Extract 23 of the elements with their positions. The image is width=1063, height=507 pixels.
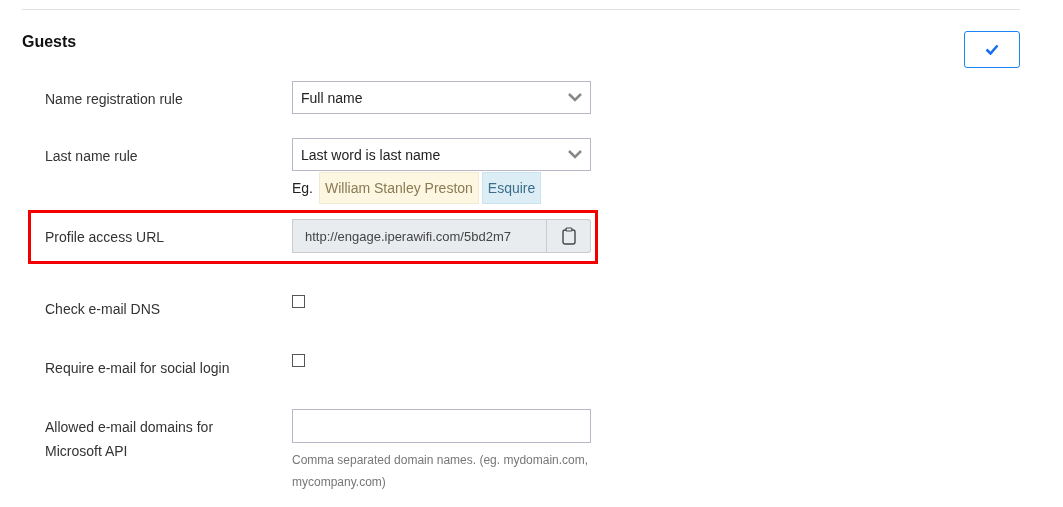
first-name-example: William Stanley Preston [319, 172, 479, 204]
url-field[interactable]: http://engage.iperawifi.com/5bd2m7 [292, 219, 547, 253]
checkmark-icon [985, 44, 999, 55]
help-text: Comma separated domain names. (eg. mydomain.com, mycompany.com) [292, 452, 590, 491]
field-label: Profile access URL [45, 228, 166, 247]
field-label: Name registration rule [45, 90, 184, 109]
save-button[interactable] [964, 31, 1020, 68]
field-label: Require e-mail for social login [45, 359, 231, 378]
field-label: Last name rule [45, 147, 139, 166]
last-name-example: Esquire [481, 172, 542, 204]
copy-button[interactable] [547, 219, 591, 253]
field-label: Allowed e-mail domains for Microsoft API [45, 418, 215, 461]
clipboard-icon [561, 227, 576, 245]
section-title: Guests [22, 33, 77, 51]
dropdown[interactable]: Full name [292, 81, 591, 114]
field-label: Check e-mail DNS [45, 300, 162, 319]
checkbox[interactable] [292, 354, 305, 367]
domains-field[interactable] [292, 409, 591, 443]
dropdown[interactable]: Last word is last name [292, 138, 591, 171]
example-label: Eg. [292, 179, 313, 198]
chevron-icon [568, 93, 582, 102]
checkbox[interactable] [292, 295, 305, 308]
chevron-icon [568, 150, 582, 159]
